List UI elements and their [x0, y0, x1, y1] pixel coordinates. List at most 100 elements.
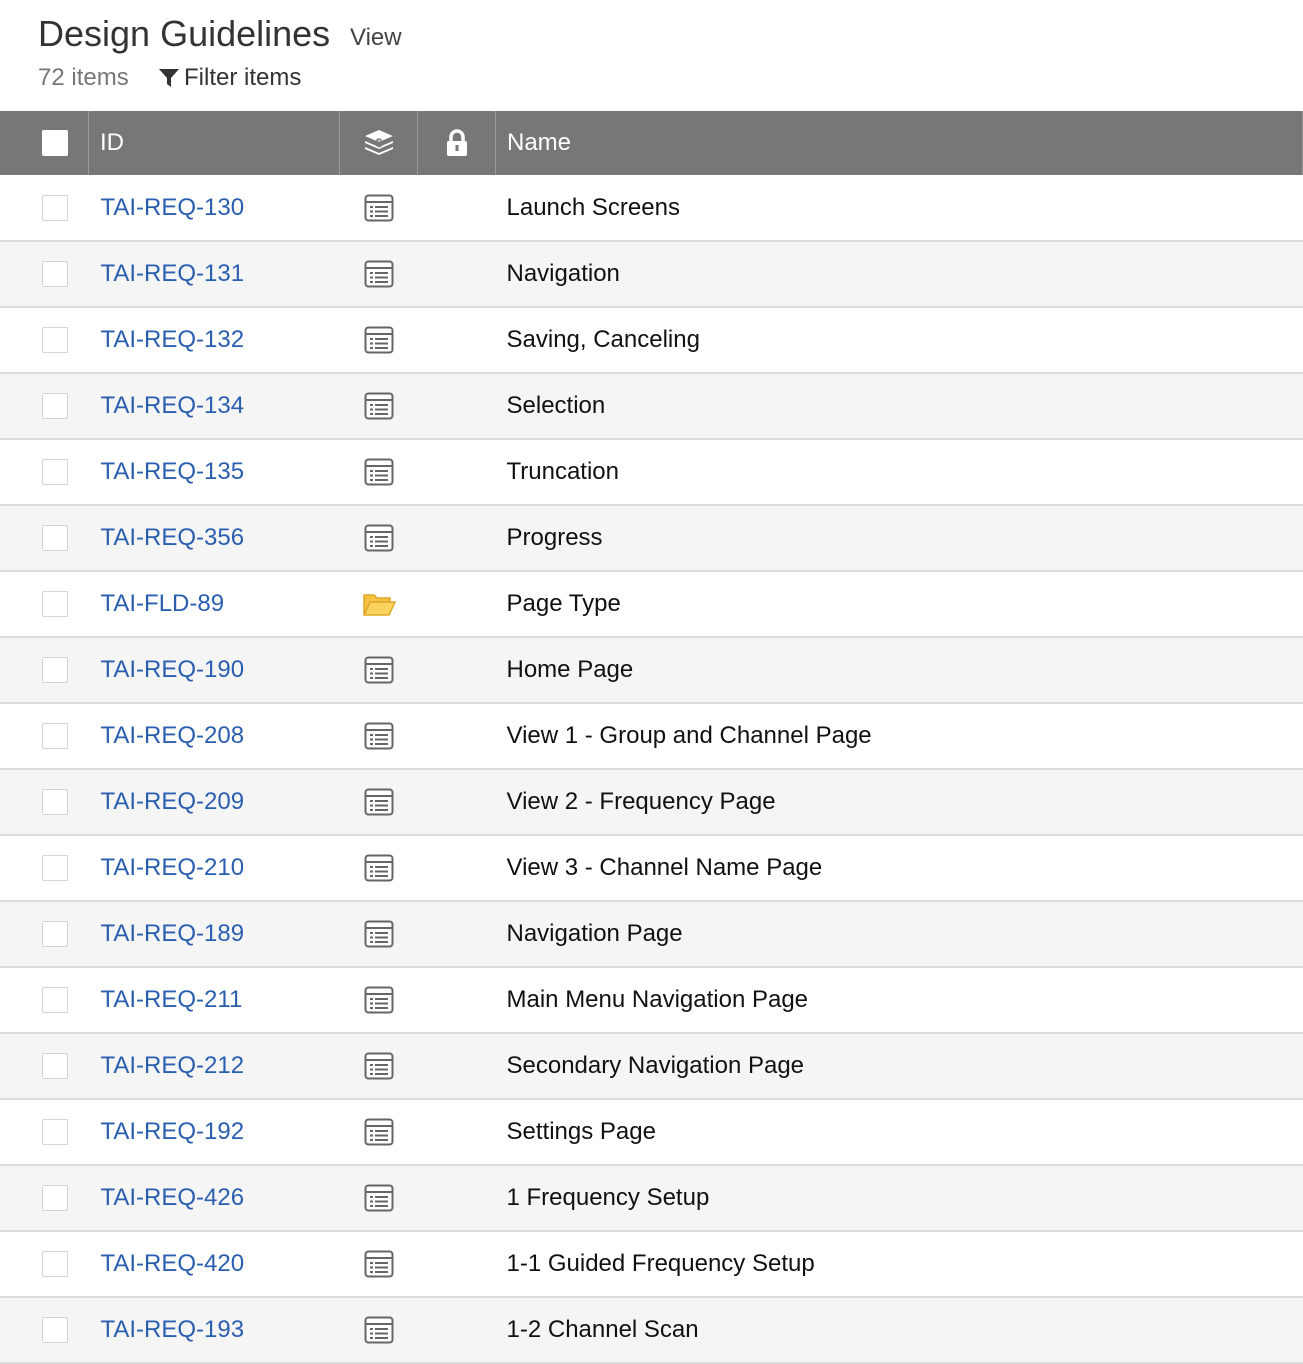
- table-row[interactable]: TAI-REQ-212 Secondary Navigation Page: [0, 1033, 1303, 1099]
- column-header-id-label: ID: [100, 129, 124, 156]
- table-row[interactable]: TAI-REQ-131 Navigation: [0, 241, 1303, 307]
- requirement-icon: [340, 1118, 418, 1146]
- item-name: 1-1 Guided Frequency Setup: [506, 1250, 815, 1277]
- row-lock-cell: [418, 373, 496, 439]
- row-checkbox[interactable]: [42, 194, 68, 221]
- table-row[interactable]: TAI-REQ-426 1 Frequency Setup: [0, 1165, 1303, 1231]
- table-row[interactable]: TAI-REQ-189 Navigation Page: [0, 901, 1303, 967]
- row-type-cell: [340, 1297, 418, 1363]
- item-id-link[interactable]: TAI-REQ-209: [89, 788, 245, 815]
- row-type-cell: [340, 1231, 418, 1297]
- item-id-link[interactable]: TAI-REQ-210: [89, 854, 245, 881]
- row-select-cell: [0, 637, 89, 703]
- row-checkbox[interactable]: [42, 459, 68, 485]
- column-header-name-label: Name: [507, 129, 572, 156]
- stack-icon: $: [364, 130, 393, 155]
- filter-label: Filter items: [184, 64, 302, 91]
- requirement-icon: [340, 722, 418, 750]
- row-checkbox[interactable]: [42, 921, 68, 947]
- table-header-row: ID $ Name: [0, 111, 1303, 175]
- item-id-link[interactable]: TAI-REQ-356: [89, 524, 245, 551]
- table-row[interactable]: TAI-REQ-192 Settings Page: [0, 1099, 1303, 1165]
- row-checkbox[interactable]: [42, 591, 68, 617]
- item-id-link[interactable]: TAI-REQ-420: [89, 1250, 245, 1277]
- row-checkbox[interactable]: [42, 1053, 68, 1079]
- item-id-link[interactable]: TAI-REQ-132: [89, 326, 245, 353]
- table-row[interactable]: TAI-REQ-135 Truncation: [0, 439, 1303, 505]
- select-all-checkbox[interactable]: [42, 130, 68, 156]
- row-checkbox[interactable]: [42, 393, 68, 419]
- row-checkbox[interactable]: [42, 987, 68, 1013]
- filter-items-button[interactable]: Filter items: [158, 64, 301, 92]
- table-row[interactable]: TAI-REQ-130 Launch Screens: [0, 175, 1303, 241]
- requirement-icon: [340, 986, 418, 1014]
- row-checkbox[interactable]: [42, 1185, 68, 1211]
- item-name: Truncation: [506, 458, 620, 485]
- row-checkbox[interactable]: [42, 723, 68, 749]
- row-checkbox[interactable]: [42, 261, 68, 287]
- item-name: Saving, Canceling: [506, 326, 700, 353]
- column-header-name[interactable]: Name: [495, 111, 1303, 175]
- table-row[interactable]: TAI-REQ-209 View 2 - Frequency Page: [0, 769, 1303, 835]
- row-type-cell: [340, 1165, 418, 1231]
- row-checkbox[interactable]: [42, 327, 68, 353]
- item-name: View 2 - Frequency Page: [506, 788, 776, 815]
- table-row[interactable]: TAI-REQ-208 View 1 - Group and Channel Pa…: [0, 703, 1303, 769]
- row-id-cell: TAI-REQ-208: [89, 703, 340, 769]
- item-id-link[interactable]: TAI-REQ-208: [89, 722, 245, 749]
- requirement-icon: [340, 920, 418, 948]
- requirement-icon: [340, 524, 418, 552]
- row-checkbox[interactable]: [42, 1317, 68, 1343]
- row-checkbox[interactable]: [42, 525, 68, 551]
- row-lock-cell: [418, 637, 496, 703]
- item-id-link[interactable]: TAI-REQ-211: [89, 986, 243, 1013]
- item-id-link[interactable]: TAI-REQ-190: [89, 656, 245, 683]
- view-link[interactable]: View: [350, 24, 402, 52]
- item-id-link[interactable]: TAI-REQ-212: [89, 1052, 245, 1079]
- table-row[interactable]: TAI-REQ-210 View 3 - Channel Name Page: [0, 835, 1303, 901]
- row-type-cell: [340, 637, 418, 703]
- row-id-cell: TAI-REQ-130: [89, 175, 340, 241]
- table-row[interactable]: TAI-REQ-211 Main Menu Navigation Page: [0, 967, 1303, 1033]
- table-row[interactable]: TAI-REQ-134 Selection: [0, 373, 1303, 439]
- requirement-icon: [340, 194, 418, 222]
- row-checkbox[interactable]: [42, 855, 68, 881]
- row-checkbox[interactable]: [42, 1251, 68, 1277]
- row-id-cell: TAI-FLD-89: [89, 571, 340, 637]
- table-row[interactable]: TAI-REQ-193 1-2 Channel Scan: [0, 1297, 1303, 1363]
- filter-icon: [159, 69, 179, 87]
- row-id-cell: TAI-REQ-132: [89, 307, 340, 373]
- table-row[interactable]: TAI-REQ-190 Home Page: [0, 637, 1303, 703]
- row-checkbox[interactable]: [42, 657, 68, 683]
- item-id-link[interactable]: TAI-REQ-130: [89, 194, 245, 221]
- table-row[interactable]: TAI-REQ-356 Progress: [0, 505, 1303, 571]
- item-id-link[interactable]: TAI-REQ-193: [89, 1316, 245, 1343]
- row-lock-cell: [418, 1231, 496, 1297]
- column-header-id[interactable]: ID: [88, 111, 340, 175]
- item-id-link[interactable]: TAI-FLD-89: [89, 590, 225, 617]
- table-row[interactable]: TAI-FLD-89 Page Type: [0, 571, 1303, 637]
- row-select-cell: [0, 373, 89, 439]
- column-header-type[interactable]: $: [339, 111, 418, 175]
- row-id-cell: TAI-REQ-193: [89, 1297, 340, 1363]
- item-name: Secondary Navigation Page: [506, 1052, 805, 1079]
- row-lock-cell: [418, 703, 496, 769]
- item-id-link[interactable]: TAI-REQ-134: [89, 392, 245, 419]
- requirement-icon: [340, 1184, 418, 1212]
- item-id-link[interactable]: TAI-REQ-189: [89, 920, 245, 947]
- table-row[interactable]: TAI-REQ-132 Saving, Canceling: [0, 307, 1303, 373]
- column-header-lock[interactable]: [417, 111, 496, 175]
- row-checkbox[interactable]: [42, 1119, 68, 1145]
- row-select-cell: [0, 439, 89, 505]
- row-lock-cell: [418, 835, 496, 901]
- item-id-link[interactable]: TAI-REQ-131: [89, 260, 245, 287]
- item-name: 1 Frequency Setup: [506, 1184, 710, 1211]
- item-id-link[interactable]: TAI-REQ-192: [89, 1118, 245, 1145]
- item-id-link[interactable]: TAI-REQ-426: [89, 1184, 245, 1211]
- row-checkbox[interactable]: [42, 789, 68, 815]
- row-lock-cell: [418, 505, 496, 571]
- table-row[interactable]: TAI-REQ-420 1-1 Guided Frequency Setup: [0, 1231, 1303, 1297]
- item-id-link[interactable]: TAI-REQ-135: [89, 458, 245, 485]
- row-lock-cell: [418, 175, 496, 241]
- row-select-cell: [0, 505, 89, 571]
